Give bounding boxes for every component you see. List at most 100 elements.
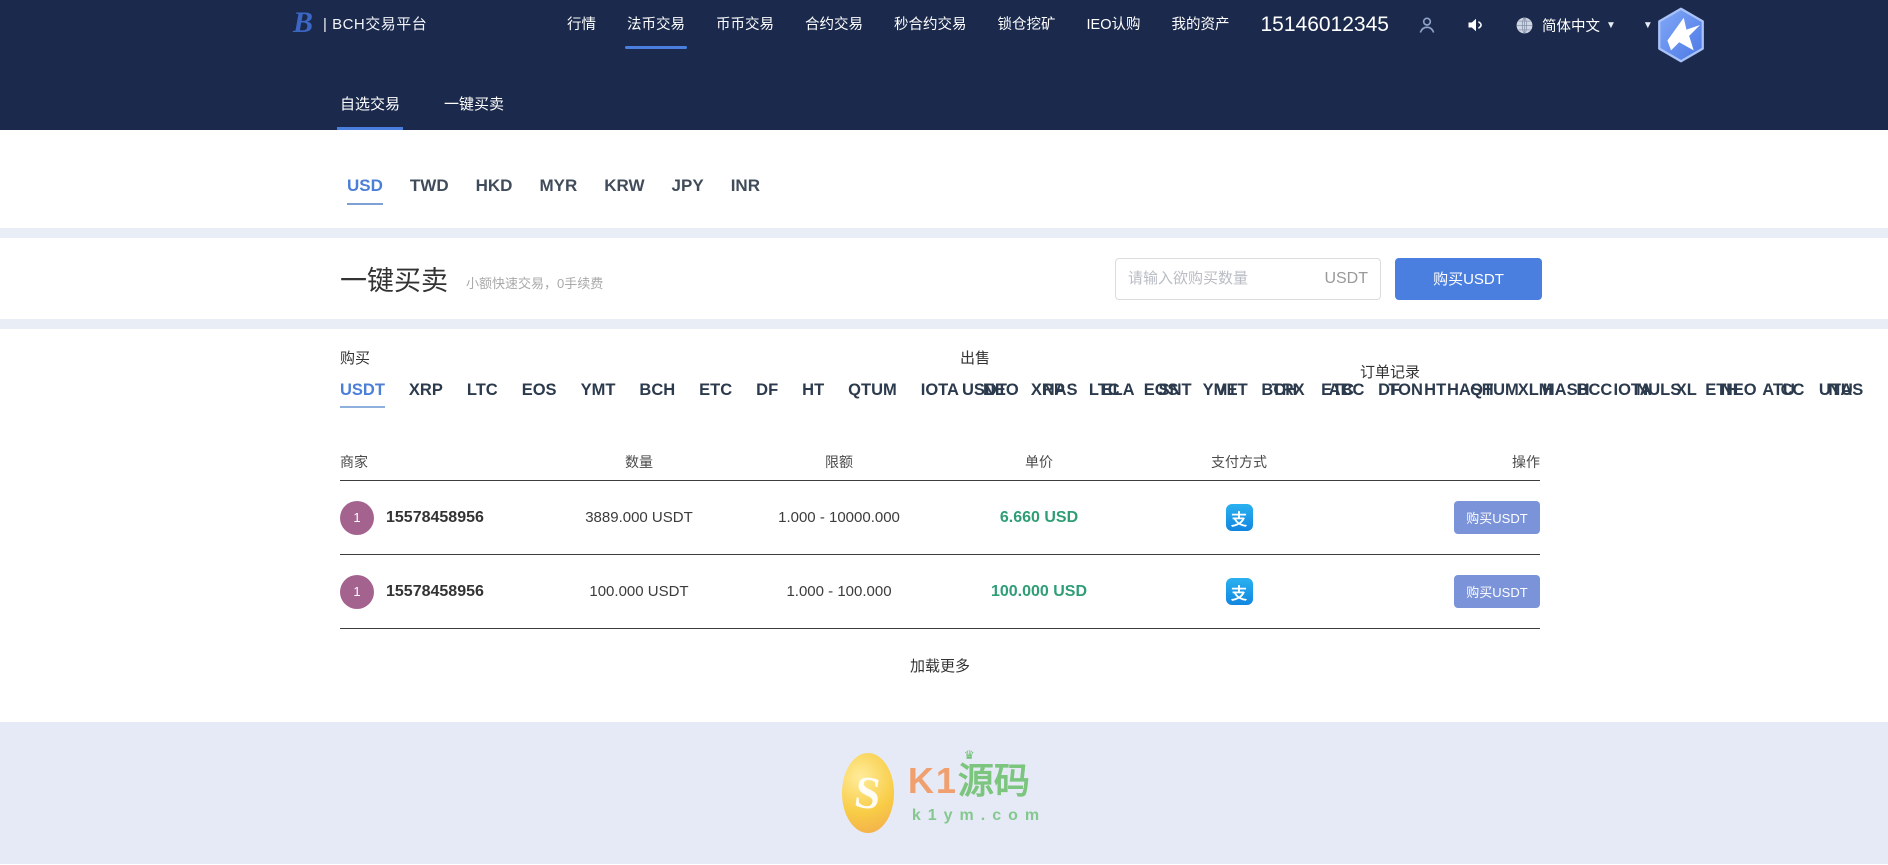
table-row: 1 15578458956 100.000 USDT 1.000 - 100.0… [340, 555, 1540, 629]
coin-tab[interactable]: NAS [1828, 381, 1863, 406]
chevron-down-icon: ▼ [1605, 19, 1616, 31]
table-header-row: 商家 数量 限额 单价 支付方式 操作 [340, 443, 1540, 481]
amount-cell: 100.000 USDT [589, 583, 689, 600]
currency-tab-inr[interactable]: INR [731, 176, 760, 205]
watermark-url: k1ym.com [911, 806, 1047, 824]
coin-tab-ltc[interactable]: LTC [467, 381, 498, 408]
coin-tab[interactable]: ETC [1321, 381, 1354, 406]
col-header-merchant: 商家 [340, 453, 368, 470]
coin-tab-ht[interactable]: HT [802, 381, 824, 408]
amount-cell: 3889.000 USDT [585, 509, 693, 526]
coin-tab-eos[interactable]: EOS [522, 381, 557, 408]
buy-column-header: 购买 [340, 350, 371, 367]
watermark-cn-text: 源码 [957, 760, 1030, 802]
user-icon[interactable] [1416, 14, 1438, 36]
coin-tab[interactable]: LTC [1089, 381, 1120, 406]
nav-item-spot-trade[interactable]: 币币交易 [714, 7, 776, 43]
merchant-avatar: 1 [340, 500, 374, 535]
table-row: 1 15578458956 3889.000 USDT 1.000 - 1000… [340, 481, 1540, 555]
quick-buy-usdt-button[interactable]: 购买USDT [1395, 257, 1542, 300]
col-header-action: 操作 [1512, 453, 1540, 470]
merchant-avatar: 1 [340, 574, 374, 609]
coin-tab-ymt[interactable]: YMT [581, 381, 616, 408]
coin-tab-usdt[interactable]: USDT [340, 381, 385, 408]
coin-tab[interactable]: BCH [1261, 381, 1297, 406]
coin-tab[interactable]: YMT [1203, 381, 1238, 406]
currency-tab-hkd[interactable]: HKD [476, 176, 513, 205]
k1-egg-icon: S [841, 753, 894, 833]
currency-tab-krw[interactable]: KRW [604, 176, 644, 205]
market-column-headers: 购买 出售 订单记录 [340, 347, 1540, 381]
market-section: 购买 出售 订单记录 USDT XRP LTC EOS YMT BCH ETC … [0, 329, 1888, 722]
coin-tab[interactable]: IOTA [1614, 381, 1652, 406]
buy-usdt-row-button[interactable]: 购买USDT [1454, 575, 1540, 608]
coin-tab-df[interactable]: DF [756, 381, 778, 408]
price-cell: 6.660 USD [999, 508, 1079, 526]
coin-tab[interactable]: USDT [962, 381, 1007, 406]
brand-logo[interactable]: B | BCH交易平台 [293, 8, 427, 38]
brand-logo-icon: B [293, 6, 314, 39]
nav-item-my-assets[interactable]: 我的资产 [1169, 7, 1231, 43]
watermark-logo: S K1 ♛ 源码 k1ym.com [841, 749, 1047, 833]
coin-tab[interactable]: XRP [1031, 381, 1065, 406]
buy-amount-input[interactable] [1128, 270, 1317, 287]
coin-tab-bch[interactable]: BCH [639, 381, 675, 408]
nav-item-markets[interactable]: 行情 [565, 7, 598, 43]
coin-tab-etc[interactable]: ETC [699, 381, 732, 408]
app-download-icon[interactable] [1652, 6, 1710, 64]
coin-tab[interactable]: EOS [1144, 381, 1179, 406]
coin-tab[interactable]: XL [1676, 381, 1697, 406]
sell-coin-tabs: USDT XRP LTC EOS YMT BCH ETC DF HT QTUM … [962, 381, 1888, 406]
site-header: B | BCH交易平台 行情 法币交易 币币交易 合约交易 秒合约交易 锁仓挖矿… [0, 0, 1888, 130]
sell-column-header: 出售 [960, 350, 991, 367]
coin-tab[interactable]: IOTA [921, 381, 959, 408]
coin-tab[interactable]: QTUM [1470, 381, 1519, 406]
alipay-icon: 支 [1225, 578, 1253, 605]
language-selector[interactable]: 简体中文 ▼ [1514, 14, 1616, 36]
nav-item-second-contract[interactable]: 秒合约交易 [892, 7, 969, 43]
currency-tab-jpy[interactable]: JPY [672, 176, 704, 205]
load-more-button[interactable]: 加载更多 [340, 655, 1540, 696]
speaker-icon[interactable] [1465, 14, 1487, 36]
limit-cell: 1.000 - 10000.000 [778, 509, 900, 526]
coin-tab-qtum[interactable]: QTUM [848, 381, 897, 408]
buy-usdt-row-button[interactable]: 购买USDT [1454, 501, 1540, 534]
nav-item-ieo[interactable]: IEO认购 [1085, 7, 1143, 43]
watermark-k1-text: K1 [907, 760, 958, 802]
brand-name: | BCH交易平台 [323, 15, 428, 33]
currency-tab-usd[interactable]: USD [347, 176, 383, 205]
currency-tab-myr[interactable]: MYR [539, 176, 577, 205]
subnav-tab-optional-trade[interactable]: 自选交易 [336, 93, 404, 130]
merchant-name: 15578458956 [386, 508, 484, 526]
limit-cell: 1.000 - 100.000 [786, 583, 892, 600]
section-divider [0, 228, 1888, 238]
merchant-name: 15578458956 [386, 582, 484, 600]
subnav-tab-quick-trade[interactable]: 一键买卖 [444, 93, 504, 130]
currency-section: USD TWD HKD MYR KRW JPY INR [0, 130, 1888, 228]
crown-icon: ♛ [963, 748, 975, 763]
price-cell: 100.000 USD [990, 582, 1088, 600]
nav-item-lock-mining[interactable]: 锁仓挖矿 [996, 7, 1058, 43]
coin-tab[interactable]: DF [1378, 381, 1400, 406]
coin-tab-xrp[interactable]: XRP [409, 381, 443, 408]
nav-item-contract-trade[interactable]: 合约交易 [803, 7, 865, 43]
main-nav: 行情 法币交易 币币交易 合约交易 秒合约交易 锁仓挖矿 IEO认购 我的资产 … [565, 0, 1653, 50]
orders-column-header: 订单记录 [1360, 364, 1421, 381]
quick-buy-subtitle: 小额快速交易，0手续费 [466, 276, 604, 291]
section-divider [0, 319, 1888, 329]
buy-amount-unit: USDT [1324, 269, 1368, 287]
coin-tab[interactable]: HASH [1543, 381, 1590, 406]
currency-tab-twd[interactable]: TWD [410, 176, 449, 205]
coin-tab[interactable]: NEO [1721, 381, 1757, 406]
coin-tabs-row: USDT XRP LTC EOS YMT BCH ETC DF HT QTUM … [340, 381, 1888, 415]
alipay-icon: 支 [1225, 504, 1253, 531]
quick-buy-title: 一键买卖 [340, 266, 448, 296]
col-header-amount: 数量 [625, 453, 653, 470]
coin-tab[interactable]: CC [1781, 381, 1805, 406]
page-footer: S K1 ♛ 源码 k1ym.com [0, 722, 1888, 864]
currency-tabs: USD TWD HKD MYR KRW JPY INR [347, 176, 1888, 205]
nav-item-fiat-trade[interactable]: 法币交易 [625, 7, 687, 49]
merchant-table: 商家 数量 限额 单价 支付方式 操作 1 15578458956 3889.0… [340, 443, 1540, 629]
account-phone-number[interactable]: 15146012345 [1260, 13, 1388, 37]
coin-tab[interactable]: HT [1424, 381, 1446, 406]
